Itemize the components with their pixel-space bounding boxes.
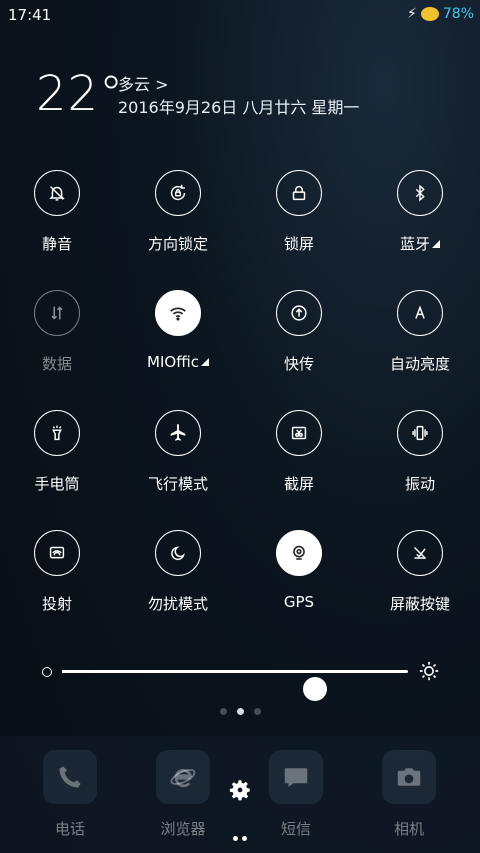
vibrate-icon <box>397 410 443 456</box>
message-icon <box>269 750 323 804</box>
brightness-slider[interactable] <box>40 652 440 701</box>
charging-icon: ⚡ <box>407 6 417 22</box>
toggle-flashlight[interactable]: 手电筒 <box>4 410 114 510</box>
settings-gear-icon[interactable] <box>227 777 253 803</box>
mobile-data-icon <box>34 290 80 336</box>
page-dot-active <box>236 708 244 715</box>
auto-brightness-icon <box>397 290 443 336</box>
toggle-label-quick-transfer: 快传 <box>283 355 314 373</box>
toggle-label-mute: 静音 <box>41 235 72 253</box>
camera-icon <box>382 750 436 804</box>
brightness-max-icon <box>419 661 439 681</box>
toggle-label-do-not-disturb: 勿扰模式 <box>147 595 208 613</box>
toggle-label-cast: 投射 <box>41 595 72 613</box>
toggle-rotation-lock[interactable]: 方向锁定 <box>125 170 235 270</box>
airplane-icon <box>155 410 201 456</box>
toggle-label-mobile-data: 数据 <box>41 355 72 373</box>
dock-page-indicator <box>0 826 480 845</box>
toggle-block-keys[interactable]: 屏蔽按键 <box>367 530 477 630</box>
screenshot-icon <box>276 410 322 456</box>
wifi-icon <box>155 290 201 336</box>
page-dot <box>219 708 227 715</box>
mascot-icon <box>420 7 439 21</box>
upload-icon <box>276 290 322 336</box>
toggle-label-airplane-mode: 飞行模式 <box>147 475 208 493</box>
toggle-label-auto-brightness: 自动亮度 <box>389 355 450 373</box>
brightness-fill <box>62 670 315 673</box>
toggle-quick-transfer[interactable]: 快传 <box>246 290 356 390</box>
toggle-do-not-disturb[interactable]: 勿扰模式 <box>125 530 235 630</box>
toggle-mute[interactable]: 静音 <box>4 170 114 270</box>
toggle-cast[interactable]: 投射 <box>4 530 114 630</box>
toggle-label-screenshot: 截屏 <box>283 475 314 493</box>
bluetooth-icon <box>397 170 443 216</box>
gps-icon <box>276 530 322 576</box>
browser-icon <box>156 750 210 804</box>
toggle-label-gps: GPS <box>283 593 315 611</box>
weather-condition-link[interactable]: 多云 > <box>118 71 169 95</box>
expand-triangle-icon <box>200 358 209 366</box>
toggle-wifi[interactable]: MIOffic <box>125 290 235 390</box>
toggle-bluetooth[interactable]: 蓝牙 <box>367 170 477 270</box>
toggle-mobile-data[interactable]: 数据 <box>4 290 114 390</box>
cast-icon <box>34 530 80 576</box>
toggle-airplane-mode[interactable]: 飞行模式 <box>125 410 235 510</box>
brightness-track[interactable] <box>62 670 408 701</box>
page-indicator <box>0 700 480 719</box>
phone-icon <box>43 750 97 804</box>
toggle-label-flashlight: 手电筒 <box>34 475 80 493</box>
toggle-label-rotation-lock: 方向锁定 <box>147 235 208 253</box>
block-keys-icon <box>397 530 443 576</box>
battery-percentage: 78% <box>442 6 474 22</box>
flashlight-icon <box>34 410 80 456</box>
rotation-lock-icon <box>155 170 201 216</box>
expand-triangle-icon <box>432 240 440 248</box>
status-time: 17:41 <box>8 6 52 24</box>
dock-dot <box>242 836 247 841</box>
moon-icon <box>155 530 201 576</box>
toggle-screenshot[interactable]: 截屏 <box>246 410 356 510</box>
lock-icon <box>276 170 322 216</box>
mute-bell-icon <box>34 170 80 216</box>
toggle-label-wifi: MIOffic <box>125 353 231 371</box>
toggle-vibrate[interactable]: 振动 <box>367 410 477 510</box>
toggle-label-bluetooth: 蓝牙 <box>367 233 473 254</box>
temperature[interactable]: 22° <box>36 66 124 122</box>
toggle-label-lock-screen: 锁屏 <box>283 235 314 253</box>
status-icons: ⚡ 78% <box>407 6 474 22</box>
date-text: 2016年9月26日 八月廿六 星期一 <box>118 98 360 117</box>
status-bar: 17:41 ⚡ 78% <box>0 0 480 30</box>
toggle-auto-brightness[interactable]: 自动亮度 <box>367 290 477 390</box>
brightness-thumb[interactable] <box>302 677 327 701</box>
toggle-gps[interactable]: GPS <box>246 530 356 630</box>
toggle-label-block-keys: 屏蔽按键 <box>389 595 450 613</box>
toggle-label-vibrate: 振动 <box>404 475 435 493</box>
toggle-lock-screen[interactable]: 锁屏 <box>246 170 356 270</box>
page-dot <box>253 708 261 715</box>
brightness-min-icon <box>42 667 52 677</box>
dock-dot-active <box>233 836 238 841</box>
